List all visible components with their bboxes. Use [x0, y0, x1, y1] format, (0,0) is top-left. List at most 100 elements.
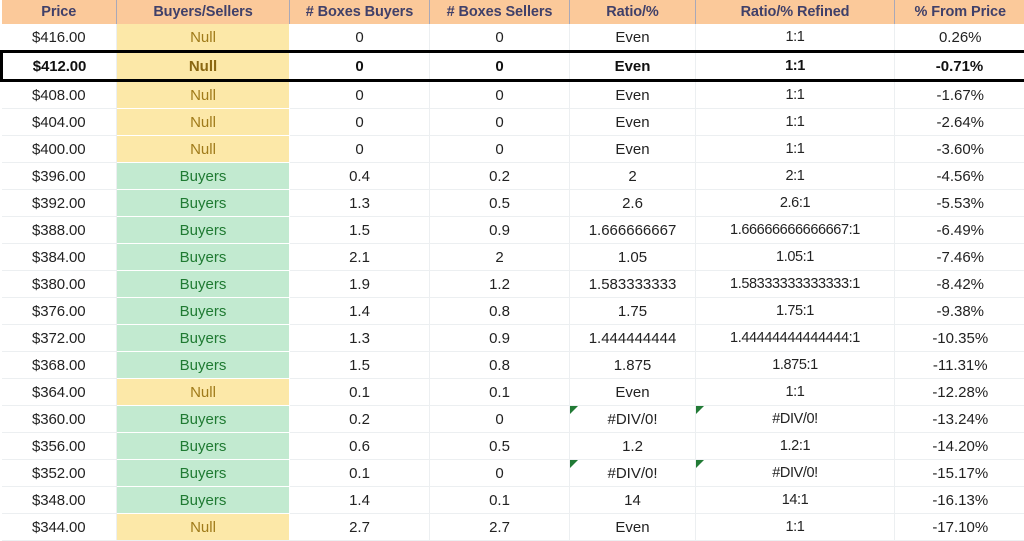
- cell-boxes-sellers[interactable]: 0: [430, 460, 570, 487]
- column-header-ratio-refined[interactable]: Ratio/% Refined: [696, 0, 895, 24]
- cell-boxes-buyers[interactable]: 0: [290, 24, 430, 52]
- cell-ratio-refined[interactable]: #DIV/0!: [696, 460, 895, 487]
- cell-ratio[interactable]: Even: [570, 52, 696, 81]
- cell-price[interactable]: $400.00: [2, 136, 117, 163]
- table-row[interactable]: $376.00Buyers1.40.81.751.75:1-9.38%: [2, 298, 1024, 325]
- cell-ratio[interactable]: 1.583333333: [570, 271, 696, 298]
- cell-ratio[interactable]: #DIV/0!: [570, 406, 696, 433]
- cell-boxes-buyers[interactable]: 0: [290, 81, 430, 109]
- column-header-pct-from-price[interactable]: % From Price: [895, 0, 1024, 24]
- cell-boxes-buyers[interactable]: 1.9: [290, 271, 430, 298]
- cell-ratio[interactable]: 2: [570, 163, 696, 190]
- table-row[interactable]: $400.00Null00Even1:1-3.60%: [2, 136, 1024, 163]
- table-row[interactable]: $372.00Buyers1.30.91.4444444441.44444444…: [2, 325, 1024, 352]
- cell-price[interactable]: $364.00: [2, 379, 117, 406]
- cell-boxes-sellers[interactable]: 0: [430, 109, 570, 136]
- cell-boxes-buyers[interactable]: 1.5: [290, 352, 430, 379]
- cell-ratio-refined[interactable]: 2.6:1: [696, 190, 895, 217]
- cell-buyers-sellers[interactable]: Buyers: [117, 352, 290, 379]
- table-row[interactable]: $368.00Buyers1.50.81.8751.875:1-11.31%: [2, 352, 1024, 379]
- cell-buyers-sellers[interactable]: Null: [117, 136, 290, 163]
- cell-buyers-sellers[interactable]: Null: [117, 52, 290, 81]
- cell-price[interactable]: $360.00: [2, 406, 117, 433]
- cell-buyers-sellers[interactable]: Buyers: [117, 217, 290, 244]
- cell-boxes-sellers[interactable]: 0: [430, 136, 570, 163]
- cell-boxes-buyers[interactable]: 2.1: [290, 244, 430, 271]
- cell-price[interactable]: $348.00: [2, 487, 117, 514]
- cell-ratio[interactable]: Even: [570, 514, 696, 541]
- cell-boxes-buyers[interactable]: 1.3: [290, 190, 430, 217]
- cell-buyers-sellers[interactable]: Null: [117, 514, 290, 541]
- cell-price[interactable]: $408.00: [2, 81, 117, 109]
- cell-ratio[interactable]: 2.6: [570, 190, 696, 217]
- cell-price[interactable]: $356.00: [2, 433, 117, 460]
- cell-ratio-refined[interactable]: 2:1: [696, 163, 895, 190]
- cell-boxes-sellers[interactable]: 0.8: [430, 352, 570, 379]
- cell-buyers-sellers[interactable]: Null: [117, 24, 290, 52]
- cell-price[interactable]: $384.00: [2, 244, 117, 271]
- cell-pct-from-price[interactable]: -3.60%: [895, 136, 1024, 163]
- cell-ratio-refined[interactable]: 1.66666666666667:1: [696, 217, 895, 244]
- cell-boxes-sellers[interactable]: 0.9: [430, 217, 570, 244]
- table-row[interactable]: $364.00Null0.10.1Even1:1-12.28%: [2, 379, 1024, 406]
- cell-boxes-buyers[interactable]: 0.1: [290, 379, 430, 406]
- table-row[interactable]: $412.00Null00Even1:1-0.71%: [2, 52, 1024, 81]
- cell-ratio[interactable]: Even: [570, 379, 696, 406]
- cell-ratio-refined[interactable]: 1:1: [696, 52, 895, 81]
- cell-ratio[interactable]: Even: [570, 109, 696, 136]
- cell-pct-from-price[interactable]: -17.10%: [895, 514, 1024, 541]
- cell-price[interactable]: $396.00: [2, 163, 117, 190]
- cell-buyers-sellers[interactable]: Buyers: [117, 244, 290, 271]
- cell-pct-from-price[interactable]: -8.42%: [895, 271, 1024, 298]
- cell-boxes-sellers[interactable]: 0.5: [430, 433, 570, 460]
- cell-buyers-sellers[interactable]: Buyers: [117, 487, 290, 514]
- column-header-boxes-sellers[interactable]: # Boxes Sellers: [430, 0, 570, 24]
- cell-ratio[interactable]: Even: [570, 24, 696, 52]
- cell-ratio[interactable]: 1.2: [570, 433, 696, 460]
- table-row[interactable]: $388.00Buyers1.50.91.6666666671.66666666…: [2, 217, 1024, 244]
- cell-boxes-buyers[interactable]: 0.4: [290, 163, 430, 190]
- cell-boxes-buyers[interactable]: 1.4: [290, 487, 430, 514]
- cell-ratio[interactable]: Even: [570, 136, 696, 163]
- cell-buyers-sellers[interactable]: Buyers: [117, 163, 290, 190]
- cell-pct-from-price[interactable]: -2.64%: [895, 109, 1024, 136]
- cell-price[interactable]: $368.00: [2, 352, 117, 379]
- cell-pct-from-price[interactable]: -5.53%: [895, 190, 1024, 217]
- cell-ratio-refined[interactable]: 1:1: [696, 24, 895, 52]
- cell-buyers-sellers[interactable]: Buyers: [117, 325, 290, 352]
- cell-pct-from-price[interactable]: -4.56%: [895, 163, 1024, 190]
- cell-buyers-sellers[interactable]: Buyers: [117, 433, 290, 460]
- cell-buyers-sellers[interactable]: Buyers: [117, 190, 290, 217]
- table-row[interactable]: $360.00Buyers0.20#DIV/0!#DIV/0!-13.24%: [2, 406, 1024, 433]
- cell-buyers-sellers[interactable]: Null: [117, 109, 290, 136]
- cell-ratio[interactable]: 1.666666667: [570, 217, 696, 244]
- cell-ratio-refined[interactable]: #DIV/0!: [696, 406, 895, 433]
- cell-pct-from-price[interactable]: -6.49%: [895, 217, 1024, 244]
- cell-pct-from-price[interactable]: -9.38%: [895, 298, 1024, 325]
- cell-pct-from-price[interactable]: -7.46%: [895, 244, 1024, 271]
- cell-boxes-sellers[interactable]: 0.2: [430, 163, 570, 190]
- cell-ratio[interactable]: 1.875: [570, 352, 696, 379]
- cell-pct-from-price[interactable]: -14.20%: [895, 433, 1024, 460]
- cell-boxes-buyers[interactable]: 0.1: [290, 460, 430, 487]
- table-row[interactable]: $352.00Buyers0.10#DIV/0!#DIV/0!-15.17%: [2, 460, 1024, 487]
- cell-boxes-buyers[interactable]: 0: [290, 109, 430, 136]
- cell-pct-from-price[interactable]: -13.24%: [895, 406, 1024, 433]
- table-row[interactable]: $404.00Null00Even1:1-2.64%: [2, 109, 1024, 136]
- cell-pct-from-price[interactable]: -12.28%: [895, 379, 1024, 406]
- column-header-price[interactable]: Price: [2, 0, 117, 24]
- cell-pct-from-price[interactable]: -1.67%: [895, 81, 1024, 109]
- cell-ratio-refined[interactable]: 1:1: [696, 514, 895, 541]
- cell-boxes-sellers[interactable]: 0: [430, 52, 570, 81]
- table-row[interactable]: $344.00Null2.72.7Even1:1-17.10%: [2, 514, 1024, 541]
- cell-pct-from-price[interactable]: -11.31%: [895, 352, 1024, 379]
- column-header-boxes-buyers[interactable]: # Boxes Buyers: [290, 0, 430, 24]
- table-row[interactable]: $384.00Buyers2.121.051.05:1-7.46%: [2, 244, 1024, 271]
- cell-boxes-buyers[interactable]: 1.3: [290, 325, 430, 352]
- cell-boxes-sellers[interactable]: 0.8: [430, 298, 570, 325]
- cell-price[interactable]: $404.00: [2, 109, 117, 136]
- cell-pct-from-price[interactable]: -0.71%: [895, 52, 1024, 81]
- table-row[interactable]: $416.00Null00Even1:10.26%: [2, 24, 1024, 52]
- cell-ratio[interactable]: #DIV/0!: [570, 460, 696, 487]
- cell-buyers-sellers[interactable]: Null: [117, 379, 290, 406]
